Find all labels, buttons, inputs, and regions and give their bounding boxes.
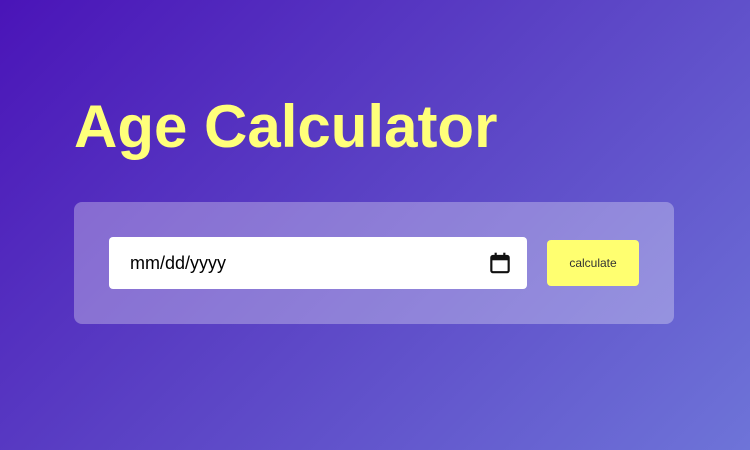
calculate-button[interactable]: calculate	[547, 240, 639, 286]
calculator-card: mm/dd/yyyy calculate	[74, 202, 674, 324]
birthdate-input[interactable]: mm/dd/yyyy	[109, 237, 527, 289]
birthdate-placeholder: mm/dd/yyyy	[130, 253, 227, 273]
page: { "title": "Age Calculator", "colors": {…	[0, 0, 750, 450]
calendar-icon[interactable]	[487, 250, 513, 276]
page-title: Age Calculator	[74, 93, 498, 160]
